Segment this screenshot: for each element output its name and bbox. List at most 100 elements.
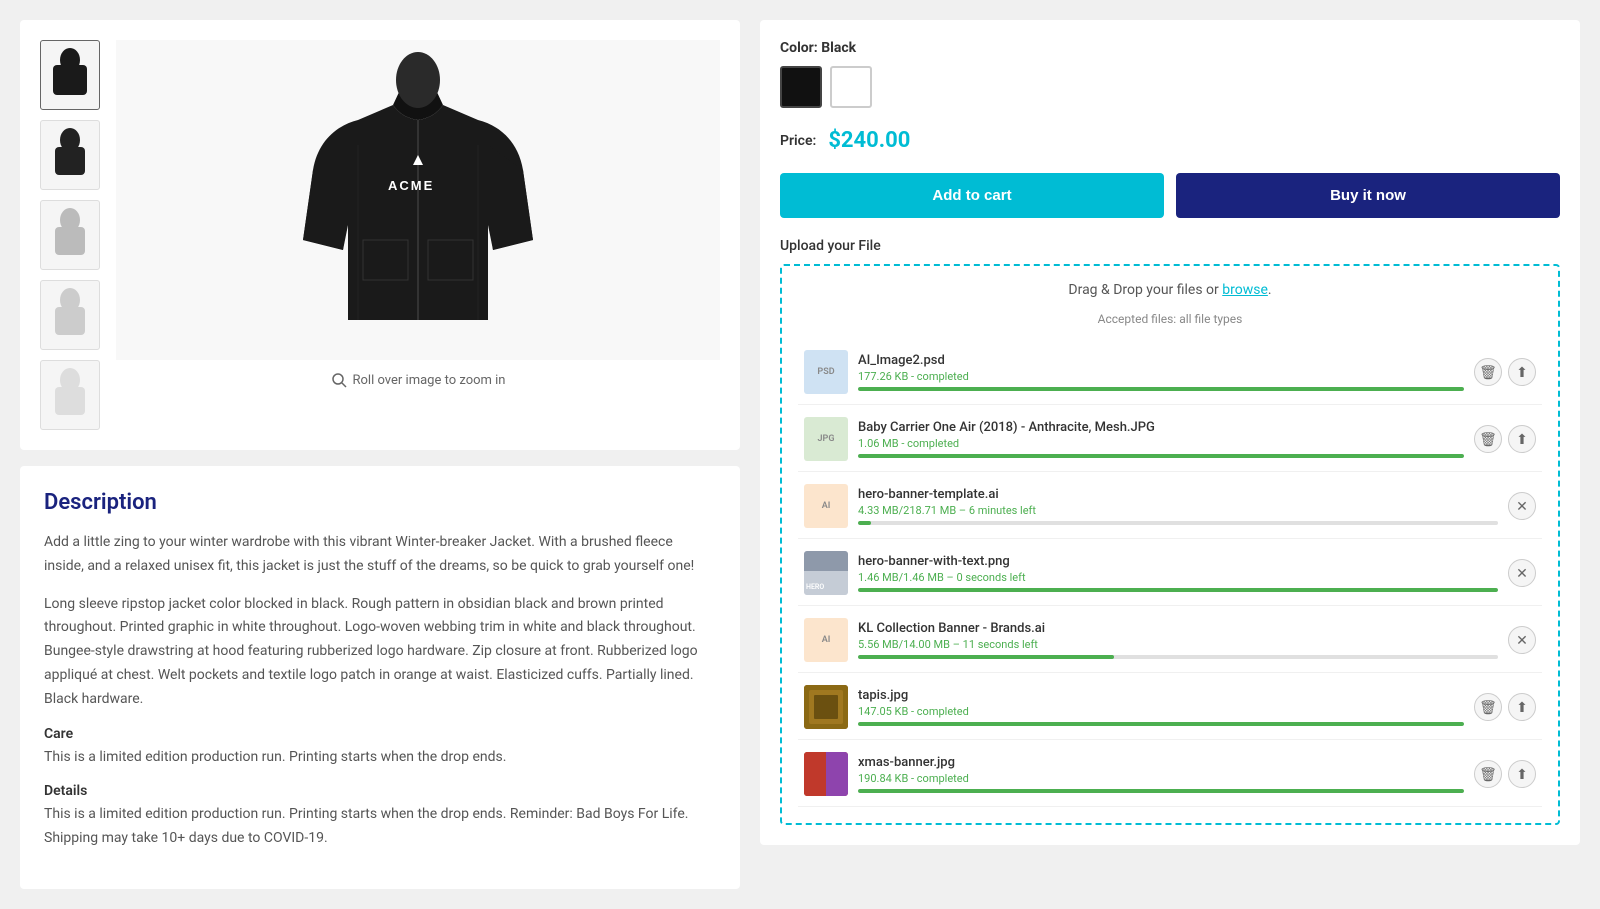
file-thumbnail: AI [804,618,848,662]
upload-dropzone[interactable]: Drag & Drop your files or browse. Accept… [780,264,1560,825]
file-name: Baby Carrier One Air (2018) - Anthracite… [858,420,1464,435]
file-actions: ✕ [1508,559,1536,587]
progress-bar-fill [858,521,871,525]
file-thumbnail: PSD [804,350,848,394]
file-thumbnail: AI [804,484,848,528]
description-section: Description Add a little zing to your wi… [20,466,740,889]
file-actions: 🗑 ⬆ [1474,425,1536,453]
file-name: tapis.jpg [858,688,1464,703]
file-actions: ✕ [1508,626,1536,654]
price-label: Price: [780,133,816,149]
file-info: KL Collection Banner - Brands.ai 5.56 MB… [858,621,1498,659]
file-info: Baby Carrier One Air (2018) - Anthracite… [858,420,1464,458]
file-name: xmas-banner.jpg [858,755,1464,770]
progress-bar-track [858,387,1464,391]
color-label: Color: Black [780,40,1560,56]
file-status: 147.05 KB - completed [858,705,1464,718]
progress-bar-track [858,722,1464,726]
care-text: This is a limited edition production run… [44,746,716,770]
file-name: hero-banner-with-text.png [858,554,1498,569]
file-status: 190.84 KB - completed [858,772,1464,785]
main-image: ACME [116,40,720,360]
file-actions: 🗑 ⬆ [1474,760,1536,788]
progress-bar-fill [858,387,1464,391]
upload-button[interactable]: ⬆ [1508,760,1536,788]
file-item: AI KL Collection Banner - Brands.ai 5.56… [798,608,1542,673]
svg-text:HERO: HERO [806,583,824,591]
upload-label: Upload your File [780,238,1560,254]
progress-bar-track [858,521,1498,525]
file-status: 1.46 MB/1.46 MB – 0 seconds left [858,571,1498,584]
thumbnail-3[interactable] [40,200,100,270]
color-swatch-white[interactable] [830,66,872,108]
file-status: 1.06 MB - completed [858,437,1464,450]
thumbnail-1[interactable] [40,40,100,110]
file-name: hero-banner-template.ai [858,487,1498,502]
main-image-container: ACME Roll [116,40,720,430]
delete-button[interactable]: 🗑 [1474,693,1502,721]
thumbnail-2[interactable] [40,120,100,190]
file-info: hero-banner-template.ai 4.33 MB/218.71 M… [858,487,1498,525]
file-info: tapis.jpg 147.05 KB - completed [858,688,1464,726]
file-info: hero-banner-with-text.png 1.46 MB/1.46 M… [858,554,1498,592]
browse-link[interactable]: browse [1222,282,1268,298]
progress-bar-track [858,655,1498,659]
svg-text:ACME: ACME [388,178,434,193]
cancel-button[interactable]: ✕ [1508,492,1536,520]
delete-button[interactable]: 🗑 [1474,425,1502,453]
progress-bar-fill [858,722,1464,726]
zoom-hint-text: Roll over image to zoom in [353,373,506,388]
file-item: PSD AI_Image2.psd 177.26 KB - completed … [798,340,1542,405]
description-title: Description [44,490,716,515]
action-buttons: Add to cart Buy it now [780,173,1560,218]
care-label: Care [44,726,716,742]
buy-now-button[interactable]: Buy it now [1176,173,1560,218]
progress-bar-fill [858,789,1464,793]
delete-button[interactable]: 🗑 [1474,760,1502,788]
upload-button[interactable]: ⬆ [1508,358,1536,386]
accepted-files-text: Accepted files: all file types [798,312,1542,326]
cancel-button[interactable]: ✕ [1508,559,1536,587]
progress-bar-fill [858,588,1498,592]
file-actions: 🗑 ⬆ [1474,693,1536,721]
delete-button[interactable]: 🗑 [1474,358,1502,386]
thumbnail-5[interactable] [40,360,100,430]
progress-bar-track [858,454,1464,458]
thumbnail-4[interactable] [40,280,100,350]
file-item: JPG Baby Carrier One Air (2018) - Anthra… [798,407,1542,472]
description-para-1: Add a little zing to your winter wardrob… [44,531,716,579]
file-info: AI_Image2.psd 177.26 KB - completed [858,353,1464,391]
cancel-button[interactable]: ✕ [1508,626,1536,654]
thumbnail-list [40,40,100,430]
price-value: $240.00 [828,128,910,153]
file-actions: ✕ [1508,492,1536,520]
file-thumbnail: HERO [804,551,848,595]
file-status: 4.33 MB/218.71 MB – 6 minutes left [858,504,1498,517]
price-section: Price: $240.00 [780,128,1560,153]
drop-instructions: Drag & Drop your files or browse. [798,282,1542,298]
zoom-icon [331,372,347,388]
file-name: KL Collection Banner - Brands.ai [858,621,1498,636]
color-swatches [780,66,1560,108]
color-section: Color: Black [780,40,1560,108]
file-item: HERO hero-banner-with-text.png 1.46 MB/1… [798,541,1542,606]
file-item: AI hero-banner-template.ai 4.33 MB/218.7… [798,474,1542,539]
file-item: xmas-banner.jpg 190.84 KB - completed 🗑 … [798,742,1542,807]
details-label: Details [44,783,716,799]
description-para-2: Long sleeve ripstop jacket color blocked… [44,593,716,712]
add-to-cart-button[interactable]: Add to cart [780,173,1164,218]
file-info: xmas-banner.jpg 190.84 KB - completed [858,755,1464,793]
upload-button[interactable]: ⬆ [1508,425,1536,453]
progress-bar-fill [858,454,1464,458]
progress-bar-fill [858,655,1114,659]
product-options: Color: Black Price: $240.00 Add to cart … [760,20,1580,845]
right-panel: Color: Black Price: $240.00 Add to cart … [760,20,1580,889]
file-list: PSD AI_Image2.psd 177.26 KB - completed … [798,340,1542,807]
color-swatch-black[interactable] [780,66,822,108]
zoom-hint: Roll over image to zoom in [331,372,506,388]
product-image-section: ACME Roll [20,20,740,450]
upload-button[interactable]: ⬆ [1508,693,1536,721]
progress-bar-track [858,789,1464,793]
progress-bar-track [858,588,1498,592]
file-status: 5.56 MB/14.00 MB – 11 seconds left [858,638,1498,651]
